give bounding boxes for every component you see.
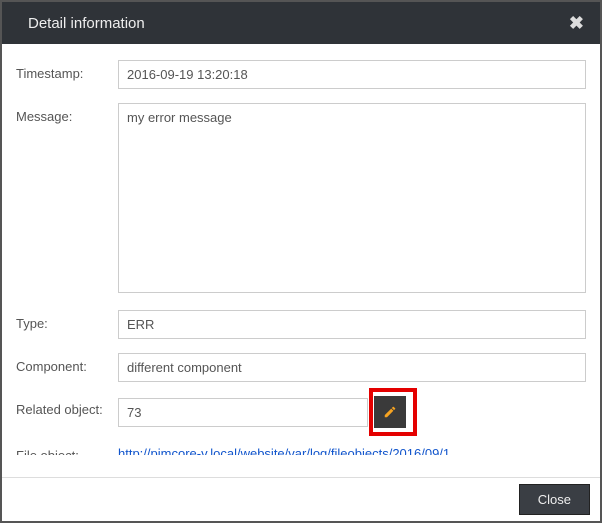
label-related-object: Related object: [16, 396, 118, 417]
dialog-frame: Detail information ✖ Timestamp: Message:… [0, 0, 602, 523]
label-type: Type: [16, 310, 118, 331]
close-icon[interactable]: ✖ [569, 13, 584, 34]
detail-form: Timestamp: Message: my error message Typ… [6, 48, 596, 455]
file-object-link[interactable]: http://pimcore-v.local/website/var/log/f… [118, 442, 461, 455]
dialog-title: Detail information [28, 15, 569, 32]
timestamp-input[interactable] [118, 60, 586, 89]
horizontal-scroll-region[interactable] [6, 457, 580, 473]
label-component: Component: [16, 353, 118, 374]
component-input[interactable] [118, 353, 586, 382]
dialog-titlebar: Detail information ✖ [2, 2, 600, 44]
vertical-scroll-region[interactable]: Timestamp: Message: my error message Typ… [6, 48, 596, 455]
label-message: Message: [16, 103, 118, 124]
pencil-icon [383, 405, 397, 419]
dialog-footer: Close [2, 477, 600, 521]
close-button[interactable]: Close [519, 484, 590, 515]
edit-related-object-button[interactable] [374, 396, 406, 428]
type-input[interactable] [118, 310, 586, 339]
related-object-input[interactable] [118, 398, 368, 427]
row-related-object: Related object: [16, 396, 586, 428]
row-type: Type: [16, 310, 586, 339]
row-component: Component: [16, 353, 586, 382]
dialog-body: Timestamp: Message: my error message Typ… [2, 44, 600, 477]
row-message: Message: my error message [16, 103, 586, 296]
label-timestamp: Timestamp: [16, 60, 118, 81]
row-file-object: File object: http://pimcore-v.local/webs… [16, 442, 586, 455]
row-timestamp: Timestamp: [16, 60, 586, 89]
label-file-object: File object: [16, 442, 118, 455]
message-textarea[interactable]: my error message [118, 103, 586, 293]
